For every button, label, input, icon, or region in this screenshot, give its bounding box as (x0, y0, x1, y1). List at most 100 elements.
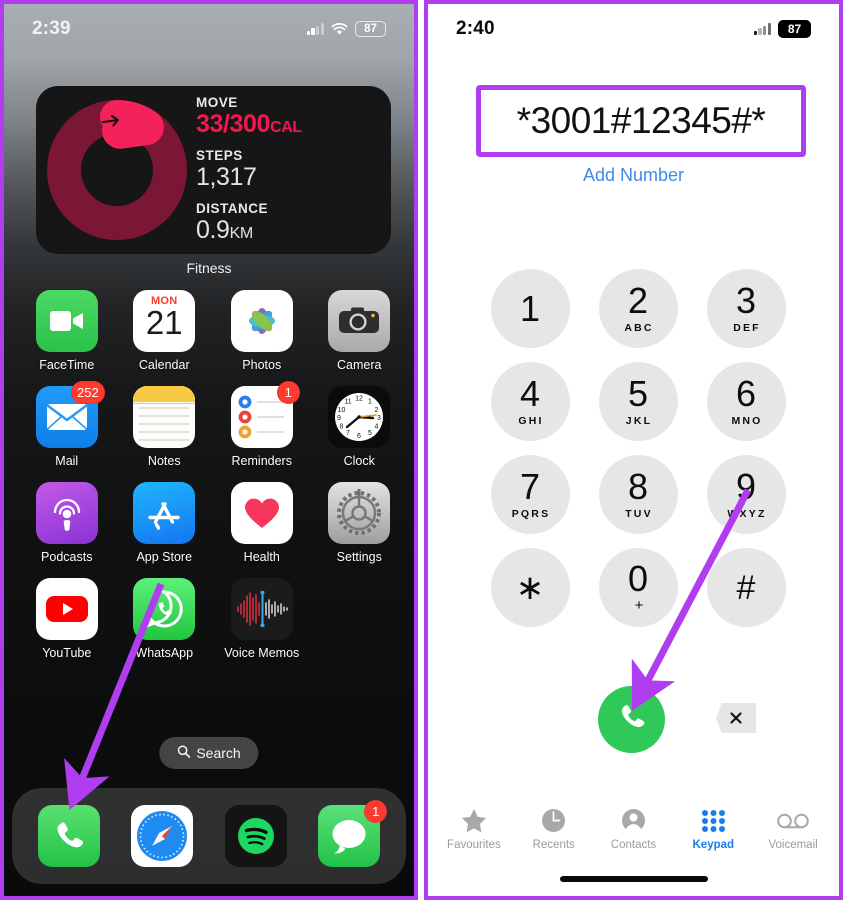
metric-value-move: 33/300CAL (196, 110, 302, 138)
dock-item-safari[interactable] (131, 805, 194, 867)
calendar-icon[interactable]: MON 21 (133, 290, 196, 352)
app-camera[interactable]: Camera (311, 290, 409, 372)
key-digit: 9 (735, 466, 757, 507)
safari-icon (131, 805, 194, 867)
metric-label-move: MOVE (196, 95, 238, 110)
whatsapp-icon[interactable] (133, 578, 196, 640)
tab-recents[interactable]: Recents (517, 808, 591, 851)
tab-label: Contacts (610, 838, 657, 851)
health-icon[interactable] (230, 482, 293, 544)
notes-icon[interactable] (133, 386, 196, 448)
dock-item-phone[interactable] (37, 805, 100, 867)
key-letters: MNO (731, 415, 763, 427)
dialpad-key-5[interactable]: 5 JKL (598, 362, 678, 441)
app-facetime[interactable]: FaceTime (18, 290, 116, 372)
tab-label: Keypad (692, 838, 735, 851)
call-button[interactable] (598, 686, 665, 753)
app-label: Voice Memos (224, 646, 300, 660)
app-label: Reminders (231, 454, 292, 468)
dialpad-key-0[interactable]: 0 + (598, 548, 678, 627)
dock-item-messages[interactable]: 1 (318, 800, 388, 867)
app-calendar[interactable]: MON 21 Calendar (116, 290, 214, 372)
app-label: Camera (337, 358, 382, 372)
add-number-link[interactable]: Add Number (428, 165, 839, 186)
app-health[interactable]: Health (213, 482, 311, 564)
delete-button[interactable] (716, 701, 756, 735)
battery-icon: 87 (778, 20, 811, 38)
app-label: FaceTime (39, 358, 95, 372)
dialpad-key-1[interactable]: 1 (490, 269, 570, 348)
reminders-icon[interactable]: 1 (230, 381, 300, 448)
tab-label: Voicemail (768, 838, 818, 851)
svg-text:3: 3 (377, 415, 381, 422)
tab-contacts[interactable]: Contacts (596, 808, 670, 851)
dialpad-key-star[interactable]: ∗ (490, 548, 570, 627)
dialpad-key-4[interactable]: 4 GHI (490, 362, 570, 441)
app-grid: FaceTime MON 21 Calendar Photos Camera 2… (18, 290, 408, 660)
metric-label-distance: DISTANCE (196, 201, 269, 216)
clock-icon[interactable]: 12 1 2 345 678 9 10 11 (328, 386, 391, 448)
key-digit: 0 (627, 558, 649, 599)
key-letters: ABC (624, 322, 654, 334)
app-label: Podcasts (41, 550, 93, 564)
fitness-metrics: MOVE 33/300CAL STEPS 1,317 DISTANCE 0.9K… (196, 95, 302, 245)
app-podcasts[interactable]: Podcasts (18, 482, 116, 564)
app-notes[interactable]: Notes (116, 386, 214, 468)
app-app-store[interactable]: App Store (116, 482, 214, 564)
metric-value-distance: 0.9KM (196, 216, 253, 244)
app-whatsapp[interactable]: WhatsApp (116, 578, 214, 660)
app-label: YouTube (42, 646, 92, 660)
dialer-status-bar: 2:40 87 (428, 4, 839, 54)
badge-count: 1 (276, 381, 300, 404)
tab-label: Recents (532, 838, 575, 851)
key-digit: ∗ (515, 568, 545, 607)
clock-icon (541, 808, 566, 834)
key-letters: GHI (518, 415, 544, 427)
svg-text:9: 9 (337, 415, 341, 422)
dialpad-key-8[interactable]: 8 TUV (598, 455, 678, 534)
app-label: Clock (343, 454, 375, 468)
app-label: App Store (136, 550, 193, 564)
dock-item-spotify[interactable] (224, 805, 287, 867)
key-letters: WXYZ (727, 508, 767, 520)
person-circle-icon (621, 808, 646, 834)
podcasts-icon[interactable] (35, 482, 98, 544)
app-photos[interactable]: Photos (213, 290, 311, 372)
dialpad: 1 2 ABC 3 DEF 4 GHI 5 JKL 6 MNO 7 PQRS 8… (476, 269, 800, 627)
app-voice-memos[interactable]: Voice Memos (213, 578, 311, 660)
app-youtube[interactable]: YouTube (18, 578, 116, 660)
tab-label: Favourites (447, 838, 501, 851)
youtube-icon[interactable] (35, 578, 98, 640)
key-digit: 4 (519, 373, 541, 414)
app-mail[interactable]: 252 Mail (18, 381, 116, 468)
star-icon (461, 808, 487, 834)
dialpad-key-6[interactable]: 6 MNO (706, 362, 786, 441)
app-settings[interactable]: Settings (311, 482, 409, 564)
settings-icon[interactable] (328, 482, 391, 544)
photos-icon[interactable] (230, 290, 293, 352)
dialpad-key-9[interactable]: 9 WXYZ (706, 455, 786, 534)
dialed-number-value: *3001#12345#* (516, 100, 766, 141)
dialpad-key-7[interactable]: 7 PQRS (490, 455, 570, 534)
dialpad-key-hash[interactable]: # (706, 548, 786, 627)
camera-icon[interactable] (328, 290, 391, 352)
app-label: Photos (242, 358, 282, 372)
dialpad-key-3[interactable]: 3 DEF (706, 269, 786, 348)
search-pill[interactable]: Search (159, 737, 259, 769)
tab-voicemail[interactable]: Voicemail (756, 808, 830, 851)
tab-keypad[interactable]: Keypad (676, 808, 750, 851)
voice-memos-icon[interactable] (230, 578, 293, 640)
fitness-widget[interactable]: MOVE 33/300CAL STEPS 1,317 DISTANCE 0.9K… (36, 86, 391, 254)
badge-count: 1 (364, 800, 388, 823)
app-reminders[interactable]: 1 Reminders (213, 381, 311, 468)
app-store-icon[interactable] (133, 482, 196, 544)
facetime-icon[interactable] (35, 290, 98, 352)
svg-text:5: 5 (368, 430, 372, 437)
key-letters: PQRS (511, 508, 551, 520)
metric-value-steps: 1,317 (196, 163, 257, 191)
dialpad-key-2[interactable]: 2 ABC (598, 269, 678, 348)
app-clock[interactable]: 12 1 2 345 678 9 10 11 Clock (311, 386, 409, 468)
mail-icon[interactable]: 252 (35, 381, 105, 448)
tab-favourites[interactable]: Favourites (437, 808, 511, 851)
dialed-number-field[interactable]: *3001#12345#* (476, 85, 806, 157)
